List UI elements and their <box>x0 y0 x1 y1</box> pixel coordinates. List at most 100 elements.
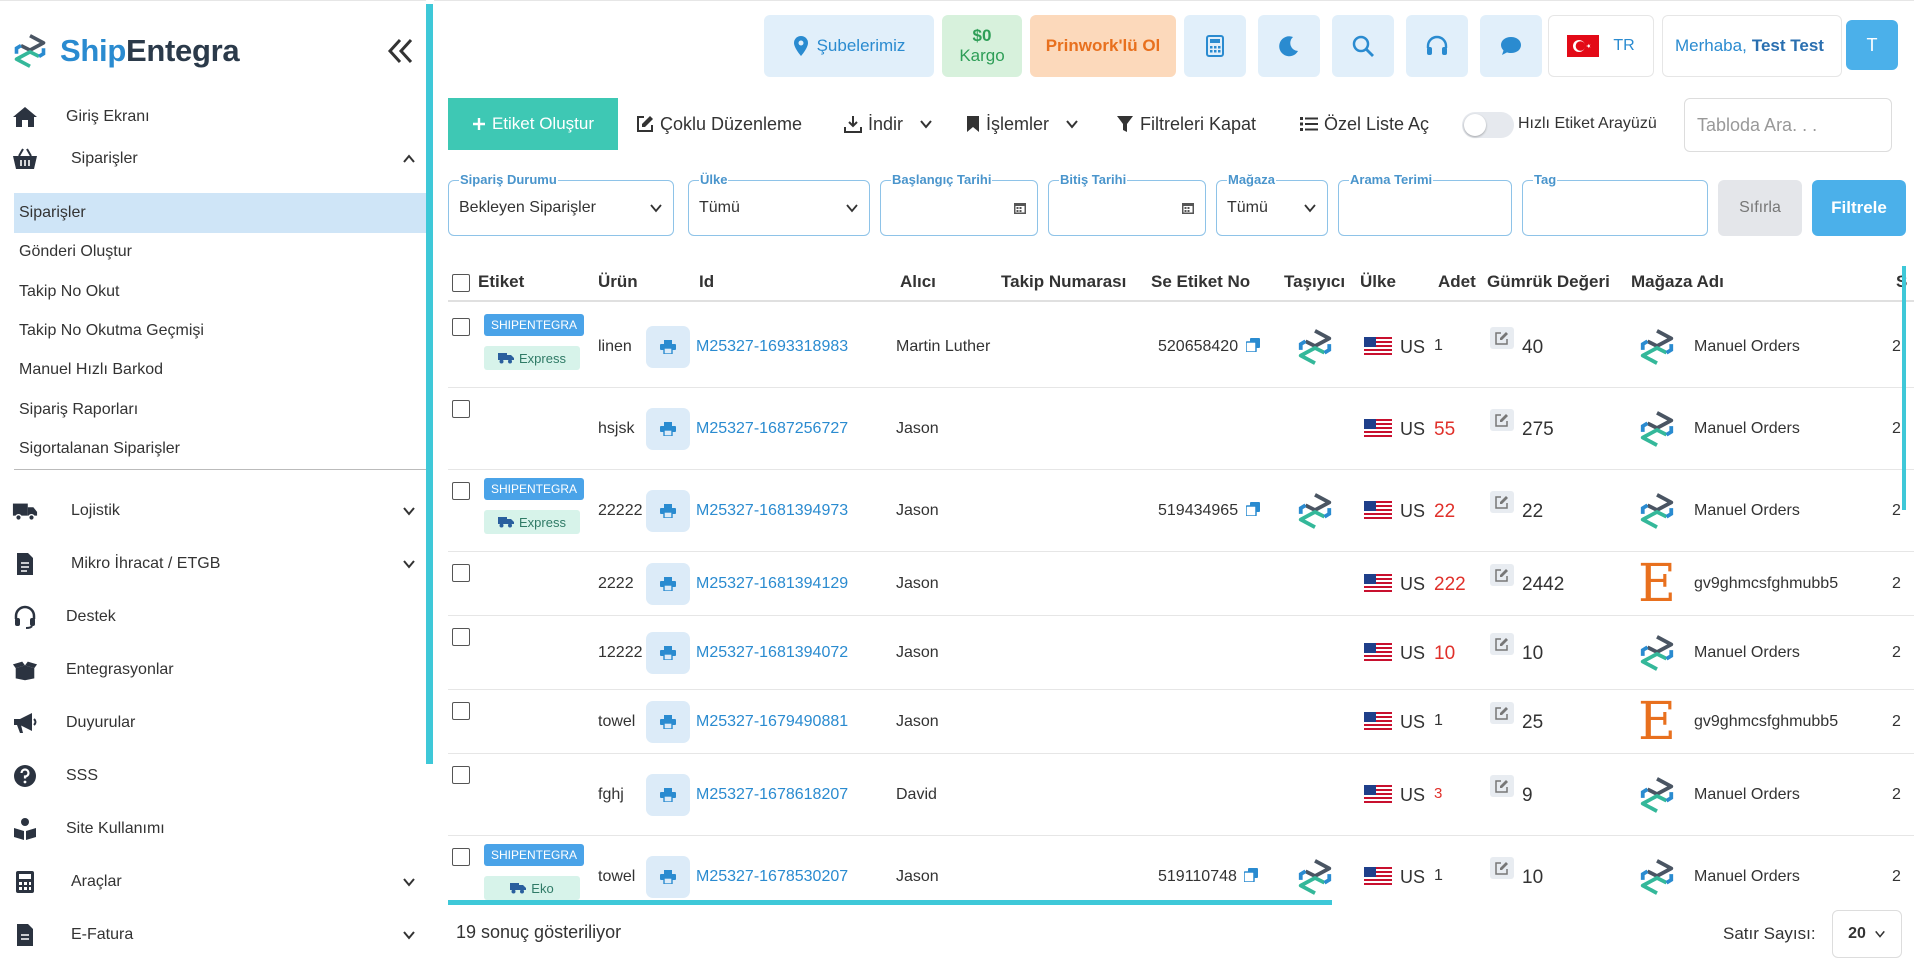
sidebar-item-destek[interactable]: Destek <box>0 595 426 639</box>
order-id-link[interactable]: M25327-1681394973 <box>696 502 848 520</box>
copy-icon[interactable] <box>1243 868 1259 883</box>
edit-customs-icon[interactable] <box>1490 775 1514 797</box>
header-magaza-adi[interactable]: Mağaza Adı <box>1631 272 1724 292</box>
table-search-input[interactable]: Tabloda Ara. . . <box>1684 98 1892 152</box>
dark-mode-button[interactable] <box>1258 15 1320 77</box>
sidebar-item-e-fatura[interactable]: E-Fatura <box>0 913 426 957</box>
store-select[interactable]: Mağaza Tümü <box>1216 172 1328 236</box>
edit-customs-icon[interactable] <box>1490 409 1514 431</box>
table-row[interactable]: hsjsk M25327-1687256727 Jason US 55 275 Manuel… <box>448 388 1914 470</box>
table-row[interactable]: towel M25327-1679490881 Jason US 1 25 Egv9ghmc… <box>448 690 1914 754</box>
header-gumruk-degeri[interactable]: Gümrük Değeri <box>1487 272 1610 292</box>
subitem-sigortalanan-siparisler[interactable]: Sigortalanan Siparişler <box>0 429 426 469</box>
row-checkbox[interactable] <box>452 702 470 720</box>
order-id-link[interactable]: M25327-1687256727 <box>696 420 848 438</box>
table-horizontal-scrollbar[interactable] <box>448 900 1332 905</box>
tag-input[interactable]: Tag <box>1522 172 1708 236</box>
print-label-button[interactable] <box>646 490 690 532</box>
row-checkbox[interactable] <box>452 766 470 784</box>
print-label-button[interactable] <box>646 563 690 605</box>
order-id-link[interactable]: M25327-1681394072 <box>696 644 848 662</box>
country-select[interactable]: Ülke Tümü <box>688 172 870 236</box>
sidebar-item-entegrasyonlar[interactable]: Entegrasyonlar <box>0 648 426 692</box>
branches-button[interactable]: Şubelerimiz <box>764 15 934 77</box>
copy-icon[interactable] <box>1244 502 1260 517</box>
prinwork-button[interactable]: Prinwork'lü Ol <box>1030 15 1176 77</box>
brand-logo[interactable]: ShipEntegra <box>12 33 240 69</box>
balance-button[interactable]: $0 Kargo <box>942 15 1022 77</box>
order-id-link[interactable]: M25327-1681394129 <box>696 575 848 593</box>
table-row[interactable]: SHIPENTEGRA Express 22222 M25327-1681394973… <box>448 470 1914 552</box>
header-tasiyici[interactable]: Taşıyıcı <box>1284 272 1345 292</box>
subitem-takip-no-okut[interactable]: Takip No Okut <box>0 272 426 312</box>
table-row[interactable]: 12222 M25327-1681394072 Jason US 10 10 Manuel … <box>448 616 1914 690</box>
header-adet[interactable]: Adet <box>1438 272 1476 292</box>
custom-list-button[interactable]: Özel Liste Aç <box>1300 98 1429 150</box>
print-label-button[interactable] <box>646 856 690 898</box>
edit-customs-icon[interactable] <box>1490 564 1514 586</box>
order-id-link[interactable]: M25327-1679490881 <box>696 713 848 731</box>
edit-customs-icon[interactable] <box>1490 491 1514 513</box>
edit-customs-icon[interactable] <box>1490 633 1514 655</box>
sidebar-item-mikro-ihracat[interactable]: Mikro İhracat / ETGB <box>0 542 426 586</box>
search-term-input[interactable]: Arama Terimi <box>1338 172 1512 236</box>
reset-button[interactable]: Sıfırla <box>1718 180 1802 236</box>
order-id-link[interactable]: M25327-1693318983 <box>696 338 848 356</box>
end-date-input[interactable]: Bitiş Tarihi <box>1048 172 1206 236</box>
rows-per-page-select[interactable]: 20 <box>1832 910 1902 958</box>
table-row[interactable]: fghj M25327-1678618207 David US 3 9 Manuel Ord… <box>448 754 1914 836</box>
row-checkbox[interactable] <box>452 318 470 336</box>
sidebar-item-duyurular[interactable]: Duyurular <box>0 701 426 745</box>
edit-customs-icon[interactable] <box>1490 327 1514 349</box>
row-checkbox[interactable] <box>452 482 470 500</box>
user-menu[interactable]: Merhaba, Test Test <box>1662 15 1842 77</box>
order-id-link[interactable]: M25327-1678618207 <box>696 786 848 804</box>
actions-dropdown[interactable]: İşlemler <box>966 98 1079 150</box>
sidebar-item-giris-ekrani[interactable]: Giriş Ekranı <box>0 95 426 139</box>
header-urun[interactable]: Ürün <box>598 272 638 292</box>
subitem-siparis-raporlari[interactable]: Sipariş Raporları <box>0 390 426 430</box>
sidebar-item-sss[interactable]: SSS <box>0 754 426 798</box>
row-checkbox[interactable] <box>452 628 470 646</box>
search-button[interactable] <box>1332 15 1394 77</box>
order-id-link[interactable]: M25327-1678530207 <box>696 868 848 886</box>
subitem-siparisler[interactable]: Siparişler <box>14 193 426 233</box>
sidebar-item-siparisler[interactable]: Siparişler <box>0 137 426 181</box>
print-label-button[interactable] <box>646 701 690 743</box>
support-button[interactable] <box>1406 15 1468 77</box>
subitem-manuel-hizli-barkod[interactable]: Manuel Hızlı Barkod <box>0 350 426 390</box>
print-label-button[interactable] <box>646 408 690 450</box>
quick-label-toggle[interactable] <box>1462 112 1514 138</box>
print-label-button[interactable] <box>646 326 690 368</box>
close-filters-button[interactable]: Filtreleri Kapat <box>1116 98 1256 150</box>
language-selector[interactable]: TR <box>1548 15 1654 77</box>
sidebar-item-site-kullanimi[interactable]: Site Kullanımı <box>0 807 426 851</box>
header-id[interactable]: Id <box>699 272 714 292</box>
row-checkbox[interactable] <box>452 400 470 418</box>
header-takip-numarasi[interactable]: Takip Numarası <box>1001 272 1126 292</box>
sidebar-item-araclar[interactable]: Araçlar <box>0 860 426 904</box>
copy-icon[interactable] <box>1244 338 1260 353</box>
table-row[interactable]: SHIPENTEGRA Eko towel M25327-1678530207 Jaso… <box>448 836 1914 902</box>
edit-customs-icon[interactable] <box>1490 857 1514 879</box>
header-se-etiket-no[interactable]: Se Etiket No <box>1151 272 1250 292</box>
header-alici[interactable]: Alıcı <box>900 272 936 292</box>
subitem-takip-no-okutma-gecmisi[interactable]: Takip No Okutma Geçmişi <box>0 311 426 351</box>
bulk-edit-button[interactable]: Çoklu Düzenleme <box>636 98 802 150</box>
chat-button[interactable] <box>1480 15 1542 77</box>
avatar[interactable]: T <box>1846 20 1898 70</box>
print-label-button[interactable] <box>646 774 690 816</box>
header-etiket[interactable]: Etiket <box>478 272 524 292</box>
print-label-button[interactable] <box>646 632 690 674</box>
table-row[interactable]: 2222 M25327-1681394129 Jason US 222 2442 Egv9g… <box>448 552 1914 616</box>
select-all-checkbox[interactable] <box>452 274 470 292</box>
download-dropdown[interactable]: İndir <box>844 98 933 150</box>
sidebar-item-lojistik[interactable]: Lojistik <box>0 489 426 533</box>
subitem-gonderi-olustur[interactable]: Gönderi Oluştur <box>0 232 426 272</box>
table-row[interactable]: SHIPENTEGRA Express linen M25327-1693318983… <box>448 306 1914 388</box>
order-status-select[interactable]: Sipariş Durumu Bekleyen Siparişler <box>448 172 674 236</box>
header-ulke[interactable]: Ülke <box>1360 272 1396 292</box>
row-checkbox[interactable] <box>452 848 470 866</box>
filter-button[interactable]: Filtrele <box>1812 180 1906 236</box>
calculator-button[interactable] <box>1184 15 1246 77</box>
